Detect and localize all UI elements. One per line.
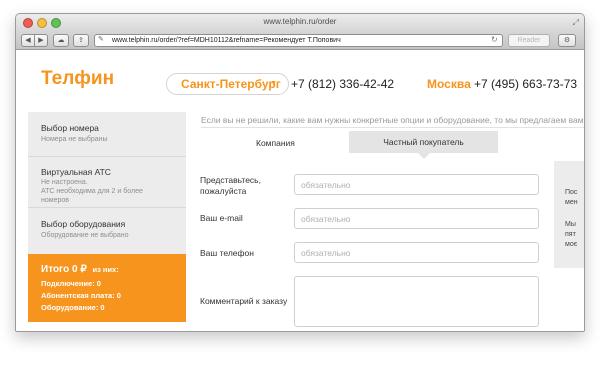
name-label-line: пожалуйста <box>200 186 247 196</box>
total-subscription: Абонентская плата: 0 <box>41 291 121 300</box>
tab-private-buyer[interactable]: Частный покупатель <box>349 131 498 153</box>
total-connection: Подключение: 0 <box>41 279 101 288</box>
sidebar-item-subtitle: Не настроена. <box>41 179 88 186</box>
chevron-down-icon: ▼ <box>270 80 277 87</box>
sidebar-item-equipment[interactable]: Выбор оборудования Оборудование не выбра… <box>28 209 186 254</box>
sidebar-item-title: Виртуальная АТС <box>41 167 111 177</box>
sidebar-item-title: Выбор номера <box>41 123 99 133</box>
gear-icon[interactable]: ⚙ <box>558 34 576 47</box>
ruble-icon: ₽ <box>80 264 87 275</box>
city-dropdown[interactable]: Санкт-Петербург ▼ <box>166 73 289 95</box>
sidebar-item-virtual-pbx[interactable]: Виртуальная АТС Не настроена. АТС необхо… <box>28 158 186 208</box>
order-total-box: Итого 0 ₽ из них: Подключение: 0 Абонент… <box>28 254 186 322</box>
email-label: Ваш e-mail <box>200 213 243 223</box>
page-icon: ✎ <box>98 36 104 43</box>
fullscreen-icon[interactable]: ⤢ <box>573 18 579 28</box>
side-panel-text: мен <box>565 199 578 206</box>
phone-field[interactable] <box>294 242 539 263</box>
name-field[interactable] <box>294 174 539 195</box>
side-panel-text: моє <box>565 241 578 248</box>
moscow-phone-number: +7 (495) 663-73-73 <box>474 77 578 91</box>
total-line: Итого 0 ₽ из них: <box>41 264 119 275</box>
name-label-line: Представьтесь, <box>200 175 261 185</box>
logo[interactable]: Телфин <box>41 68 114 90</box>
info-side-panel: Пос мен Мы пят моє <box>554 161 584 268</box>
browser-window: www.telphin.ru/order ⤢ ◀ ▶ ☁ ⇪ www.telph… <box>15 13 585 332</box>
sidebar-item-subtitle: АТС необходима для 2 и более <box>41 188 143 195</box>
sidebar-item-number[interactable]: Выбор номера Номера не выбраны <box>28 112 186 157</box>
address-bar[interactable]: www.telphin.ru/order/?ref=MDH10112&refna… <box>94 34 503 47</box>
sidebar-item-title: Выбор оборудования <box>41 219 126 229</box>
total-label: Итого <box>41 264 70 275</box>
sidebar-item-subtitle: номеров <box>41 197 69 204</box>
side-panel-text: Пос <box>565 189 578 196</box>
active-tab-arrow <box>418 153 430 159</box>
name-label: Представьтесь, пожалуйста <box>200 175 261 197</box>
web-page: Телфин Санкт-Петербург ▼ +7 (812) 336-42… <box>16 51 584 331</box>
moscow-label: Москва <box>427 77 471 91</box>
comment-field[interactable] <box>294 276 539 327</box>
cloud-icon[interactable]: ☁ <box>53 34 69 47</box>
sidebar-item-subtitle: Оборудование не выбрано <box>41 232 129 239</box>
phone-number: +7 (812) 336-42-42 <box>291 77 395 91</box>
tab-company[interactable]: Компания <box>256 138 295 148</box>
order-sidebar: Выбор номера Номера не выбраны Виртуальн… <box>28 112 186 322</box>
total-suffix: из них: <box>92 265 119 274</box>
total-amount: 0 <box>71 264 78 275</box>
back-button[interactable]: ◀ <box>21 34 35 47</box>
divider <box>201 127 584 128</box>
share-icon[interactable]: ⇪ <box>73 34 89 47</box>
hint-text: Если вы не решили, какие вам нужны конкр… <box>201 115 584 125</box>
email-field[interactable] <box>294 208 539 229</box>
comment-label: Комментарий к заказу <box>200 296 288 306</box>
side-panel-text: пят <box>565 231 576 238</box>
reader-button[interactable]: Reader <box>508 34 550 47</box>
sidebar-item-subtitle: Номера не выбраны <box>41 136 108 143</box>
city-dropdown-label: Санкт-Петербург <box>181 77 281 91</box>
forward-button[interactable]: ▶ <box>34 34 48 47</box>
title-bar: www.telphin.ru/order ⤢ <box>16 14 584 32</box>
window-title: www.telphin.ru/order <box>263 17 337 26</box>
total-equipment: Оборудование: 0 <box>41 303 105 312</box>
phone-label: Ваш телефон <box>200 248 254 258</box>
reload-icon[interactable]: ↻ <box>491 35 498 44</box>
side-panel-text: Мы <box>565 221 576 228</box>
browser-toolbar: ◀ ▶ ☁ ⇪ www.telphin.ru/order/?ref=MDH101… <box>16 32 584 50</box>
